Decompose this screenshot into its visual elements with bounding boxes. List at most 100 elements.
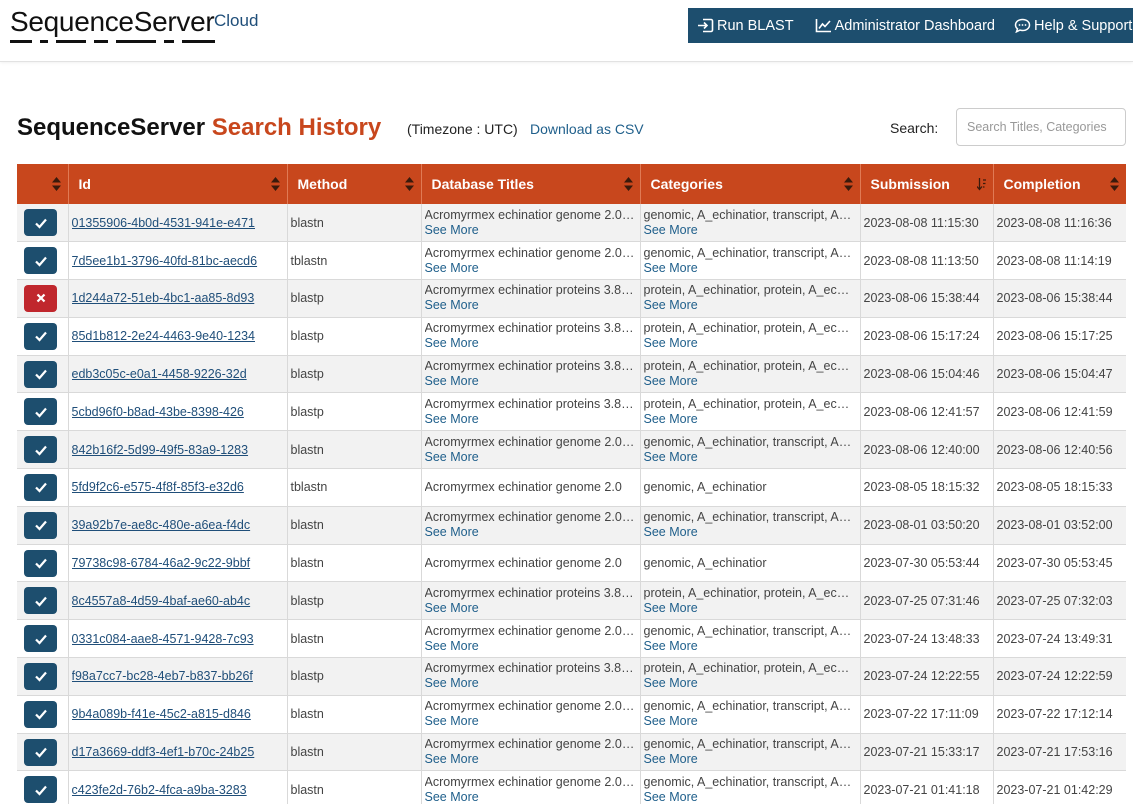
search-input[interactable] xyxy=(956,108,1126,146)
status-success-badge[interactable] xyxy=(24,625,57,653)
completion-cell: 2023-08-01 03:52:00 xyxy=(993,506,1126,545)
status-success-badge[interactable] xyxy=(24,322,57,350)
job-id-link[interactable]: 1d244a72-51eb-4bc1-aa85-8d93 xyxy=(72,291,283,305)
see-more-link[interactable]: See More xyxy=(644,676,856,691)
brand-logo[interactable]: SequenceServer xyxy=(10,6,215,43)
database-titles-text: Acromyrmex echinatior proteins 3.8, Acro… xyxy=(424,661,636,676)
job-id-link[interactable]: 0331c084-aae8-4571-9428-7c93 xyxy=(72,632,283,646)
status-success-badge[interactable] xyxy=(24,360,57,388)
see-more-link[interactable]: See More xyxy=(425,412,636,427)
help-support-label: Help & Support xyxy=(1033,17,1133,34)
see-more-link[interactable]: See More xyxy=(425,450,636,465)
status-success-badge[interactable] xyxy=(24,209,57,237)
status-success-badge[interactable] xyxy=(24,398,57,426)
job-id-link[interactable]: d17a3669-ddf3-4ef1-b70c-24b25 xyxy=(72,745,283,759)
see-more-link[interactable]: See More xyxy=(644,412,856,427)
see-more-link[interactable]: See More xyxy=(644,336,856,351)
see-more-link[interactable]: See More xyxy=(425,676,636,691)
see-more-link[interactable]: See More xyxy=(644,639,856,654)
database-titles-cell: Acromyrmex echinatior proteins 3.8, Acro… xyxy=(421,279,641,318)
see-more-link[interactable]: See More xyxy=(425,298,636,313)
download-csv-link[interactable]: Download as CSV xyxy=(530,121,644,137)
job-id-link[interactable]: 7d5ee1b1-3796-40fd-81bc-aecd6 xyxy=(72,254,283,268)
job-id-link[interactable]: 85d1b812-2e24-4463-9e40-1234 xyxy=(72,329,283,343)
job-id-link[interactable]: c423fe2d-76b2-4fca-a9ba-3283 xyxy=(72,783,283,797)
categories-text: protein, A_echinatior, protein, A_echina… xyxy=(643,661,856,676)
submission-cell: 2023-07-30 05:53:44 xyxy=(860,544,994,583)
table-row: 0331c084-aae8-4571-9428-7c93 blastn Acromy… xyxy=(17,619,1126,659)
see-more-link[interactable]: See More xyxy=(425,790,636,804)
see-more-link[interactable]: See More xyxy=(425,223,636,238)
submission-cell: 2023-08-08 11:15:30 xyxy=(860,204,994,243)
status-success-badge[interactable] xyxy=(24,473,57,501)
status-success-badge[interactable] xyxy=(24,511,57,539)
job-id-link[interactable]: f98a7cc7-bc28-4eb7-b837-bb26f xyxy=(72,669,283,683)
database-titles-text: Acromyrmex echinatior genome 2.0 xyxy=(424,479,622,494)
status-success-badge[interactable] xyxy=(24,549,57,577)
completion-cell: 2023-08-06 15:38:44 xyxy=(993,279,1126,318)
see-more-link[interactable]: See More xyxy=(644,374,856,389)
job-id-link[interactable]: 9b4a089b-f41e-45c2-a815-d846 xyxy=(72,707,283,721)
job-id-link[interactable]: 8c4557a8-4d59-4baf-ae60-ab4c xyxy=(72,594,283,608)
job-id-link[interactable]: 79738c98-6784-46a2-9c22-9bbf xyxy=(72,556,283,570)
see-more-link[interactable]: See More xyxy=(644,752,856,767)
job-id-link[interactable]: edb3c05c-e0a1-4458-9226-32d xyxy=(72,367,283,381)
see-more-link[interactable]: See More xyxy=(425,336,636,351)
status-success-badge[interactable] xyxy=(24,587,57,615)
id-cell: f98a7cc7-bc28-4eb7-b837-bb26f xyxy=(68,657,288,696)
column-header-completion[interactable]: Completion xyxy=(993,164,1126,204)
completion-cell: 2023-08-06 15:17:25 xyxy=(993,317,1126,356)
see-more-link[interactable]: See More xyxy=(425,601,636,616)
job-id-link[interactable]: 842b16f2-5d99-49f5-83a9-1283 xyxy=(72,443,283,457)
status-cell xyxy=(17,657,69,696)
see-more-link[interactable]: See More xyxy=(425,714,636,729)
completion-cell: 2023-07-21 01:42:29 xyxy=(993,770,1126,804)
see-more-link[interactable]: See More xyxy=(425,752,636,767)
status-success-badge[interactable] xyxy=(24,776,57,804)
column-header-categories[interactable]: Categories xyxy=(640,164,861,204)
see-more-link[interactable]: See More xyxy=(644,714,856,729)
see-more-link[interactable]: See More xyxy=(644,790,856,804)
see-more-link[interactable]: See More xyxy=(425,374,636,389)
see-more-link[interactable]: See More xyxy=(425,639,636,654)
see-more-link[interactable]: See More xyxy=(644,450,856,465)
column-header-id[interactable]: Id xyxy=(68,164,288,204)
method-cell: blastn xyxy=(287,770,422,804)
status-success-badge[interactable] xyxy=(24,700,57,728)
job-id-link[interactable]: 5cbd96f0-b8ad-43be-8398-426 xyxy=(72,405,283,419)
column-header-method[interactable]: Method xyxy=(287,164,422,204)
status-success-badge[interactable] xyxy=(24,247,57,275)
column-header-submission[interactable]: Submission xyxy=(860,164,994,204)
help-support-button[interactable]: Help & Support xyxy=(995,8,1132,43)
see-more-link[interactable]: See More xyxy=(644,223,856,238)
admin-dashboard-button[interactable]: Administrator Dashboard xyxy=(794,8,995,43)
status-success-badge[interactable] xyxy=(24,436,57,464)
job-id-link[interactable]: 39a92b7e-ae8c-480e-a6ea-f4dc xyxy=(72,518,283,532)
table-row: 842b16f2-5d99-49f5-83a9-1283 blastn Acromy… xyxy=(17,430,1126,470)
see-more-link[interactable]: See More xyxy=(644,298,856,313)
status-failed-badge[interactable] xyxy=(24,284,57,312)
status-success-badge[interactable] xyxy=(24,662,57,690)
see-more-link[interactable]: See More xyxy=(644,261,856,276)
completion-cell: 2023-07-30 05:53:45 xyxy=(993,544,1126,583)
id-cell: 0331c084-aae8-4571-9428-7c93 xyxy=(68,619,288,659)
submission-cell: 2023-07-25 07:31:46 xyxy=(860,581,994,621)
column-header-status[interactable] xyxy=(17,164,69,204)
search-history-table: Id Method Database Titles Categories Sub… xyxy=(17,164,1126,804)
status-success-badge[interactable] xyxy=(24,738,57,766)
run-blast-button[interactable]: Run BLAST xyxy=(688,8,794,43)
see-more-link[interactable]: See More xyxy=(425,261,636,276)
id-cell: 8c4557a8-4d59-4baf-ae60-ab4c xyxy=(68,581,288,621)
method-cell: blastn xyxy=(287,733,422,772)
see-more-link[interactable]: See More xyxy=(425,525,636,540)
see-more-link[interactable]: See More xyxy=(644,601,856,616)
job-id-link[interactable]: 01355906-4b0d-4531-941e-e471 xyxy=(72,216,283,230)
id-cell: 5cbd96f0-b8ad-43be-8398-426 xyxy=(68,392,288,432)
categories-cell: genomic, A_echinatior, transcript, A_ech… xyxy=(640,619,861,659)
column-header-database-titles[interactable]: Database Titles xyxy=(421,164,641,204)
method-cell: blastn xyxy=(287,204,422,243)
see-more-link[interactable]: See More xyxy=(644,525,856,540)
job-id-link[interactable]: 5fd9f2c6-e575-4f8f-85f3-e32d6 xyxy=(72,480,283,494)
sort-icon xyxy=(1110,177,1119,191)
check-icon xyxy=(34,669,48,683)
